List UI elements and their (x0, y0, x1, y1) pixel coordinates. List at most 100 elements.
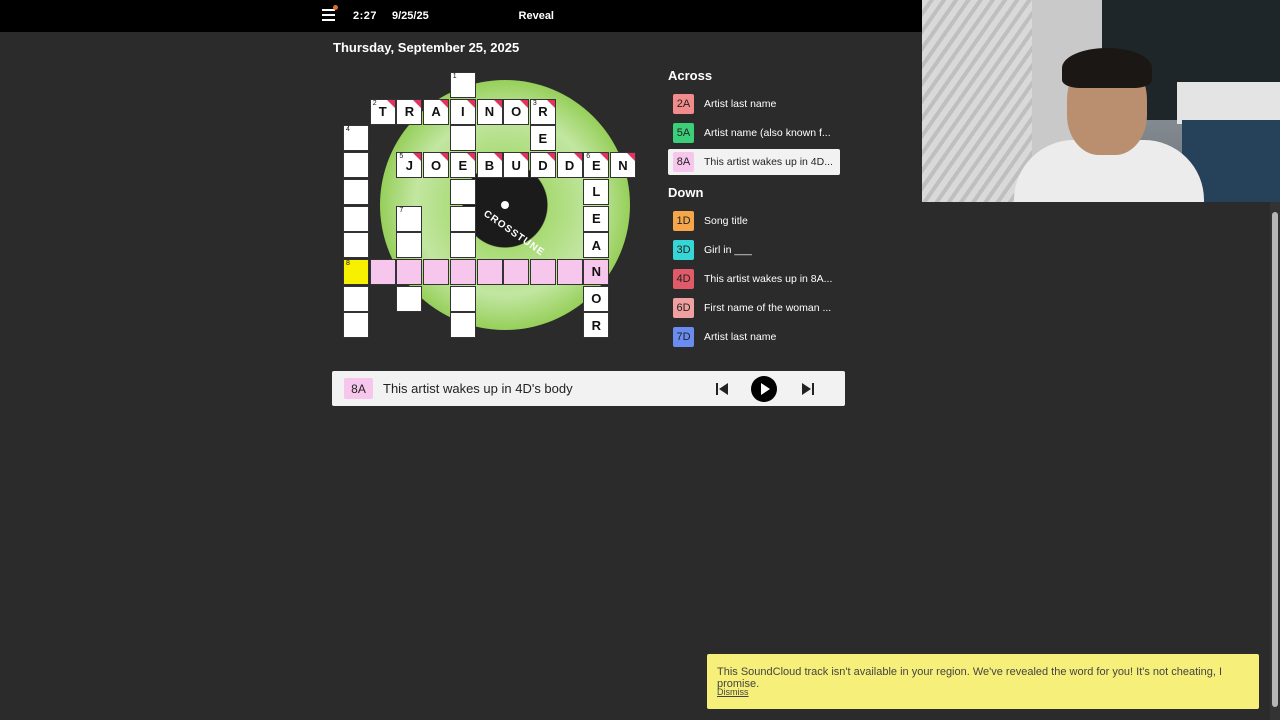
clue-3d[interactable]: 3D Girl in ___ (668, 237, 840, 263)
clue-tag: 5A (673, 123, 694, 143)
grid-cell[interactable]: 4 (343, 125, 369, 152)
cell-letter: E (538, 130, 548, 146)
cell-letter: T (378, 104, 387, 120)
grid-cell[interactable] (343, 178, 369, 205)
grid-cell[interactable]: E (449, 152, 476, 179)
clue-7d[interactable]: 7D Artist last name (668, 324, 840, 350)
clue-tag: 6D (673, 298, 694, 318)
grid-cell[interactable]: 8 (343, 258, 369, 285)
grid-cell[interactable] (449, 125, 476, 152)
cell-letter: N (591, 264, 601, 280)
menu-icon[interactable] (322, 5, 338, 22)
grid-cell[interactable] (449, 178, 476, 205)
revealed-marker-icon (493, 153, 502, 162)
clue-6d[interactable]: 6D First name of the woman ... (668, 295, 840, 321)
grid-cell[interactable] (449, 232, 476, 259)
revealed-marker-icon (493, 99, 502, 108)
revealed-marker-icon (413, 153, 422, 162)
grid-cell[interactable] (476, 258, 503, 285)
grid-cell[interactable] (396, 285, 423, 312)
scrollbar[interactable] (1270, 202, 1280, 720)
revealed-marker-icon (466, 99, 475, 108)
dismiss-link[interactable]: Dismiss (717, 687, 749, 697)
grid-cell[interactable] (343, 312, 369, 339)
clue-2a[interactable]: 2A Artist last name (668, 91, 840, 117)
grid-cell[interactable] (396, 258, 423, 285)
revealed-marker-icon (546, 99, 555, 108)
grid-cell[interactable] (503, 258, 530, 285)
clue-8a[interactable]: 8A This artist wakes up in 4D... (668, 149, 840, 175)
clue-number: 2 (372, 99, 377, 107)
puzzle-title: Thursday, September 25, 2025 (333, 40, 520, 55)
toast-message: This SoundCloud track isn't available in… (717, 666, 1223, 690)
notification-dot (333, 5, 338, 10)
across-heading: Across (668, 68, 713, 83)
cell-letter: R (591, 317, 601, 333)
clue-text: Artist last name (704, 331, 777, 343)
vinyl-label: CROSSTUNE (481, 208, 547, 259)
next-track-icon[interactable] (798, 379, 818, 399)
grid-cell[interactable] (449, 258, 476, 285)
clue-player-bar: 8A This artist wakes up in 4D's body (332, 371, 845, 406)
grid-cell[interactable]: O (583, 285, 610, 312)
grid-cell[interactable]: 5J (396, 152, 423, 179)
previous-track-icon[interactable] (712, 379, 732, 399)
grid-cell[interactable] (529, 258, 556, 285)
grid-cell[interactable] (449, 312, 476, 339)
grid-cell[interactable]: N (476, 98, 503, 125)
clue-tag: 3D (673, 240, 694, 260)
cell-letter: A (591, 237, 601, 253)
grid-cell[interactable]: A (583, 232, 610, 259)
play-button[interactable] (751, 376, 777, 402)
grid-cell[interactable]: I (449, 98, 476, 125)
clue-1d[interactable]: 1D Song title (668, 208, 840, 234)
grid-cell[interactable]: 6E (583, 152, 610, 179)
clue-number: 6 (586, 153, 591, 161)
grid-cell[interactable] (343, 232, 369, 259)
grid-cell[interactable] (369, 258, 396, 285)
clue-5a[interactable]: 5A Artist name (also known f... (668, 120, 840, 146)
grid-cell[interactable] (449, 205, 476, 232)
grid-cell[interactable] (556, 258, 583, 285)
webcam-overlay (922, 0, 1280, 202)
grid-cell[interactable]: 7 (396, 205, 423, 232)
grid-cell[interactable]: 1 (449, 72, 476, 98)
top-bar: 2:27 9/25/25 Reveal (0, 0, 922, 32)
grid-cell[interactable]: 2T (369, 98, 396, 125)
revealed-marker-icon (386, 99, 395, 108)
clue-tag: 2A (673, 94, 694, 114)
grid-cell[interactable]: L (583, 178, 610, 205)
clue-4d[interactable]: 4D This artist wakes up in 8A... (668, 266, 840, 292)
revealed-marker-icon (627, 153, 635, 162)
cell-letter: O (591, 291, 602, 307)
grid-cell[interactable]: O (503, 98, 530, 125)
grid-cell[interactable] (343, 285, 369, 312)
revealed-marker-icon (520, 99, 529, 108)
reveal-button[interactable]: Reveal (519, 10, 554, 22)
grid-cell[interactable]: O (423, 152, 450, 179)
revealed-marker-icon (413, 99, 422, 108)
clue-number: 8 (346, 259, 350, 267)
grid-cell[interactable] (449, 285, 476, 312)
grid-cell[interactable]: A (423, 98, 450, 125)
grid-cell[interactable]: B (476, 152, 503, 179)
clue-text: First name of the woman ... (704, 302, 832, 314)
grid-cell[interactable] (343, 152, 369, 179)
grid-cell[interactable]: R (396, 98, 423, 125)
grid-cell[interactable]: U (503, 152, 530, 179)
grid-cell[interactable]: N (610, 152, 636, 179)
grid-cell[interactable] (343, 205, 369, 232)
clue-tag: 4D (673, 269, 694, 289)
grid-cell[interactable]: 3R (529, 98, 556, 125)
grid-cell[interactable]: D (529, 152, 556, 179)
clue-number: 3 (532, 99, 537, 107)
grid-cell[interactable] (423, 258, 450, 285)
current-clue-tag[interactable]: 8A (344, 378, 373, 399)
grid-cell[interactable]: N (583, 258, 610, 285)
grid-cell[interactable]: D (556, 152, 583, 179)
grid-cell[interactable]: E (583, 205, 610, 232)
grid-cell[interactable] (396, 232, 423, 259)
grid-cell[interactable]: R (583, 312, 610, 339)
grid-cell[interactable]: E (529, 125, 556, 152)
clue-number: 5 (399, 153, 404, 161)
